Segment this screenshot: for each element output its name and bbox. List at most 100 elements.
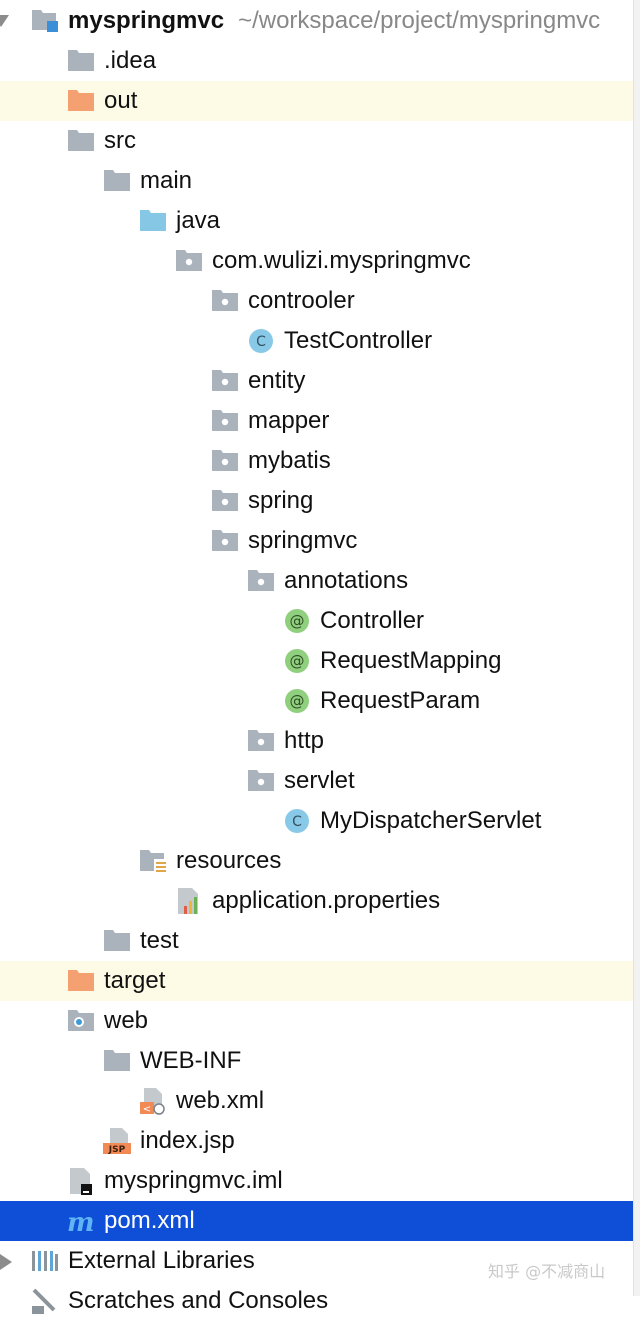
tree-item-label: External Libraries [68, 1247, 255, 1274]
tree-item-label: Controller [320, 607, 425, 634]
tree-item-mydispatcherservlet[interactable]: C MyDispatcherServlet [0, 801, 633, 841]
project-path: ~/workspace/project/myspringmvc [238, 7, 601, 34]
properties-file-icon [174, 881, 204, 921]
tree-item-label: mybatis [248, 447, 331, 474]
tree-item-label: application.properties [212, 887, 441, 914]
package-icon [210, 521, 240, 561]
annotation-icon: @ [282, 681, 312, 721]
tree-item-label: annotations [284, 567, 409, 594]
package-icon [210, 441, 240, 481]
folder-web-icon [66, 1001, 96, 1041]
tree-item-label: RequestMapping [320, 647, 502, 674]
tree-item-label: entity [248, 367, 306, 394]
tree-item-label: main [140, 167, 193, 194]
package-icon [210, 401, 240, 441]
package-icon [246, 561, 276, 601]
tree-item-label: resources [176, 847, 282, 874]
package-icon [210, 481, 240, 521]
svg-text:@: @ [290, 652, 305, 670]
svg-text:C: C [292, 814, 302, 830]
tree-item-index-jsp[interactable]: JSP index.jsp [0, 1121, 633, 1161]
tree-item-entity[interactable]: entity [0, 361, 633, 401]
tree-item-com-wulizi-myspringmvc[interactable]: com.wulizi.myspringmvc [0, 241, 633, 281]
class-icon: C [246, 321, 276, 361]
tree-item-web[interactable]: web [0, 1001, 633, 1041]
tree-item-pom-xml[interactable]: m pom.xml [0, 1201, 633, 1241]
tree-item-label: WEB-INF [140, 1047, 242, 1074]
tree-item-requestparam[interactable]: @ RequestParam [0, 681, 633, 721]
folder-gray-icon [102, 161, 132, 201]
tree-item-label: myspringmvc.iml [104, 1167, 283, 1194]
svg-text:JSP: JSP [108, 1145, 126, 1155]
tree-item-src[interactable]: src [0, 121, 633, 161]
tree-row-root[interactable]: myspringmvc ~/workspace/project/myspringm… [0, 1, 633, 41]
tree-item-label: servlet [284, 767, 355, 794]
scrollbar[interactable] [633, 0, 640, 1296]
folder-resources-icon [138, 841, 168, 881]
svg-text:@: @ [290, 612, 305, 630]
tree-item-label: mapper [248, 407, 330, 434]
package-icon [210, 281, 240, 321]
tree-item-label: target [104, 967, 166, 994]
tree-item-mapper[interactable]: mapper [0, 401, 633, 441]
tree-item-mybatis[interactable]: mybatis [0, 441, 633, 481]
folder-orange-icon [66, 961, 96, 1001]
tree-item-myspringmvc-iml[interactable]: myspringmvc.iml [0, 1161, 633, 1201]
tree-item-label: src [104, 127, 136, 154]
package-icon [246, 721, 276, 761]
tree-item-web-inf[interactable]: WEB-INF [0, 1041, 633, 1081]
tree-item-java[interactable]: java [0, 201, 633, 241]
tree-item-label: TestController [284, 327, 433, 354]
tree-item-resources[interactable]: resources [0, 841, 633, 881]
folder-gray-icon [102, 1041, 132, 1081]
svg-text:C: C [256, 334, 266, 350]
svg-text:m: m [67, 1208, 95, 1236]
chevron-right-icon[interactable] [0, 1241, 22, 1281]
tree-item-scratches-and-consoles[interactable]: Scratches and Consoles [0, 1281, 633, 1321]
tree-item-label: controoler [248, 287, 355, 314]
tree-item-out[interactable]: out [0, 81, 633, 121]
tree-item-label: MyDispatcherServlet [320, 807, 542, 834]
tree-item-label: springmvc [248, 527, 358, 554]
folder-gray-icon [66, 121, 96, 161]
package-icon [246, 761, 276, 801]
tree-item-label: .idea [104, 47, 157, 74]
tree-item-controller[interactable]: @ Controller [0, 601, 633, 641]
tree-item-test[interactable]: test [0, 921, 633, 961]
chevron-down-icon[interactable] [0, 1, 16, 41]
class-icon: C [282, 801, 312, 841]
project-name: myspringmvc [68, 7, 225, 34]
iml-file-icon [66, 1161, 96, 1201]
project-label: myspringmvc ~/workspace/project/myspringm… [68, 1, 600, 41]
annotation-icon: @ [282, 641, 312, 681]
tree-item-label: web [104, 1007, 149, 1034]
tree-item-label: Scratches and Consoles [68, 1287, 329, 1314]
tree-item-web-xml[interactable]: < web.xml [0, 1081, 633, 1121]
watermark-text: 知乎 @不减商山 [488, 1262, 606, 1281]
tree-item-label: http [284, 727, 325, 754]
tree-item-label: out [104, 87, 138, 114]
tree-item-target[interactable]: target [0, 961, 633, 1001]
tree-item-requestmapping[interactable]: @ RequestMapping [0, 641, 633, 681]
tree-item-main[interactable]: main [0, 161, 633, 201]
tree-item-label: RequestParam [320, 687, 481, 714]
svg-text:@: @ [290, 692, 305, 710]
tree-item-servlet[interactable]: servlet [0, 761, 633, 801]
tree-item-testcontroller[interactable]: C TestController [0, 321, 633, 361]
tree-item-annotations[interactable]: annotations [0, 561, 633, 601]
tree-item-controoler[interactable]: controoler [0, 281, 633, 321]
xml-file-icon: < [138, 1081, 168, 1121]
jsp-file-icon: JSP [102, 1121, 132, 1161]
tree-item-label: spring [248, 487, 314, 514]
package-icon [210, 361, 240, 401]
tree-item-label: web.xml [176, 1087, 265, 1114]
libraries-icon [30, 1241, 60, 1281]
tree-item-http[interactable]: http [0, 721, 633, 761]
tree-item-idea[interactable]: .idea [0, 41, 633, 81]
tree-item-spring[interactable]: spring [0, 481, 633, 521]
tree-item-springmvc[interactable]: springmvc [0, 521, 633, 561]
project-folder-icon [30, 1, 60, 41]
tree-item-label: pom.xml [104, 1207, 195, 1234]
tree-item-label: index.jsp [140, 1127, 235, 1154]
tree-item-application-properties[interactable]: application.properties [0, 881, 633, 921]
